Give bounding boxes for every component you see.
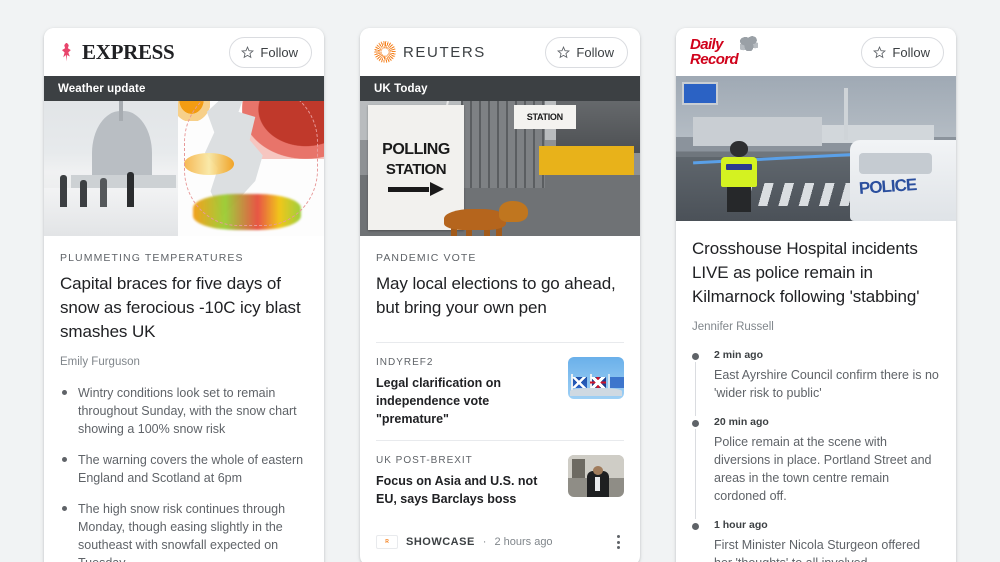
express-crest-icon [58, 42, 75, 63]
kicker-label: PLUMMETING TEMPERATURES [60, 252, 244, 264]
van-text: POLICE [858, 175, 917, 199]
daily-record-thistle-icon: Daily Record [690, 36, 759, 68]
publisher-name-line2: Record [690, 51, 739, 68]
publisher-brand[interactable]: EXPRESS [58, 39, 175, 65]
star-outline-icon [241, 45, 255, 58]
news-card-reuters[interactable]: REUTERS Follow STATION POLLING STATION U… [360, 28, 640, 562]
follow-label: Follow [892, 44, 930, 60]
card-body: PANDEMIC VOTE May local elections to go … [360, 236, 640, 520]
sign-line-1: POLLING [382, 141, 450, 159]
related-article-row[interactable]: INDYREF2 Legal clarification on independ… [376, 342, 624, 440]
timestamp: 2 hours ago [494, 536, 553, 548]
hero-image-police[interactable]: POLICE [676, 76, 956, 221]
hero-image-polling[interactable]: STATION POLLING STATION UK Today [360, 76, 640, 236]
list-item: The high snow risk continues through Mon… [60, 500, 308, 562]
timeline-item: 1 hour ago First Minister Nicola Sturgeo… [692, 519, 940, 562]
card-header: Daily Record Follow [676, 28, 956, 76]
follow-button[interactable]: Follow [229, 36, 312, 68]
timeline-item: 2 min ago East Ayrshire Council confirm … [692, 349, 940, 416]
timeline-text: East Ayrshire Council confirm there is n… [714, 368, 939, 400]
reuters-logo-icon: R [376, 535, 398, 549]
reuters-sunburst-icon [374, 41, 396, 63]
card-header: REUTERS Follow [360, 28, 640, 76]
card-header: EXPRESS Follow [44, 28, 324, 76]
related-article-row[interactable]: UK POST-BREXIT Focus on Asia and U.S. no… [376, 440, 624, 520]
station-sign-small: STATION [514, 104, 576, 129]
card-body: Crosshouse Hospital incidents LIVE as po… [676, 221, 956, 562]
related-kicker: INDYREF2 [376, 357, 434, 368]
showcase-brand-label: SHOWCASE [406, 536, 475, 548]
byline: Emily Furguson [60, 356, 140, 368]
showcase-panel-row: EXPRESS Follow Weather update PLUMMETING… [0, 0, 1000, 562]
sign-line-2: STATION [385, 161, 447, 179]
kebab-menu-icon[interactable] [608, 532, 628, 552]
timeline-item: 20 min ago Police remain at the scene wi… [692, 416, 940, 519]
headline-link[interactable]: Crosshouse Hospital incidents LIVE as po… [692, 237, 940, 309]
card-footer: R SHOWCASE · 2 hours ago [360, 520, 640, 562]
hero-artwork: POLICE [676, 76, 956, 221]
bullet-list: Wintry conditions look set to remain thr… [60, 384, 308, 562]
publisher-name: REUTERS [403, 43, 486, 61]
timeline-time: 20 min ago [714, 416, 769, 428]
hero-label-badge: Weather update [44, 76, 324, 101]
flags-thumbnail [568, 357, 624, 399]
businessman-thumbnail [568, 455, 624, 497]
dog-photo-element [444, 194, 528, 236]
star-outline-icon [873, 45, 887, 58]
arrow-right-icon [388, 182, 444, 197]
timeline-text: Police remain at the scene with diversio… [714, 435, 932, 503]
headline-link[interactable]: Capital braces for five days of snow as … [60, 272, 308, 344]
hero-image-weather[interactable]: Weather update [44, 76, 324, 236]
timeline-time: 2 min ago [714, 349, 764, 361]
related-title[interactable]: Legal clarification on independence vote… [376, 374, 556, 428]
follow-button[interactable]: Follow [861, 36, 944, 68]
publisher-brand[interactable]: REUTERS [374, 41, 486, 63]
news-card-express[interactable]: EXPRESS Follow Weather update PLUMMETING… [44, 28, 324, 562]
live-timeline: 2 min ago East Ayrshire Council confirm … [692, 349, 940, 562]
timeline-text: First Minister Nicola Sturgeon offered h… [714, 538, 921, 562]
timeline-time: 1 hour ago [714, 519, 768, 531]
list-item: The warning covers the whole of eastern … [60, 451, 308, 487]
publisher-brand[interactable]: Daily Record [690, 36, 759, 68]
star-outline-icon [557, 45, 571, 58]
related-kicker: UK POST-BREXIT [376, 455, 473, 466]
police-van-figure: POLICE [849, 139, 956, 221]
follow-label: Follow [576, 44, 614, 60]
list-item: Wintry conditions look set to remain thr… [60, 384, 308, 438]
publisher-name: EXPRESS [82, 39, 175, 64]
follow-label: Follow [260, 44, 298, 60]
hero-label-badge: UK Today [360, 76, 640, 101]
police-officer-figure [720, 137, 758, 213]
card-body: PLUMMETING TEMPERATURES Capital braces f… [44, 236, 324, 562]
news-card-daily-record[interactable]: Daily Record Follow POLICE Crosshouse Ho… [676, 28, 956, 562]
byline: Jennifer Russell [692, 321, 774, 333]
follow-button[interactable]: Follow [545, 36, 628, 68]
headline-link[interactable]: May local elections to go ahead, but bri… [376, 272, 624, 320]
related-title[interactable]: Focus on Asia and U.S. not EU, says Barc… [376, 472, 556, 508]
kicker-label: PANDEMIC VOTE [376, 252, 477, 264]
separator: · [482, 536, 487, 548]
